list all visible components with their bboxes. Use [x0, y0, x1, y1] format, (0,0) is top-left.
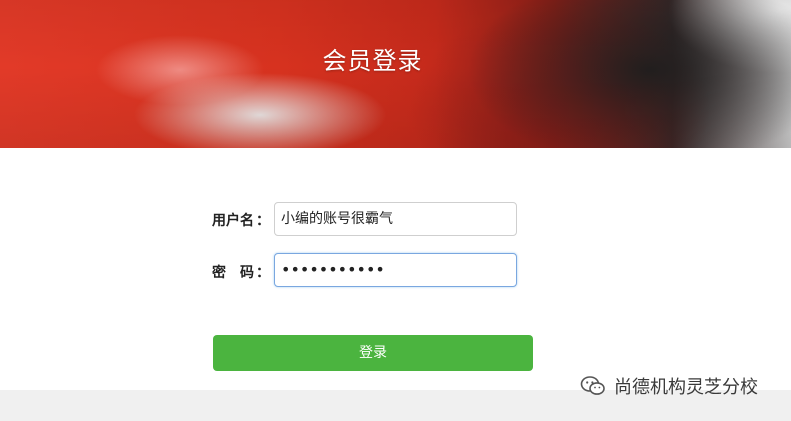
watermark-text: 尚德机构灵芝分校 — [614, 377, 758, 398]
page-title: 会员登录 — [322, 47, 423, 75]
username-field[interactable]: 小编的账号很霸气 — [274, 202, 517, 236]
username-label: 用户名： — [212, 213, 270, 229]
password-label: 密 码： — [212, 265, 270, 281]
watermark: 尚德机构灵芝分校 — [580, 371, 758, 401]
login-button[interactable]: 登录 — [213, 335, 533, 371]
password-field[interactable]: ••••••••••• — [274, 253, 517, 287]
wechat-icon — [580, 376, 605, 395]
